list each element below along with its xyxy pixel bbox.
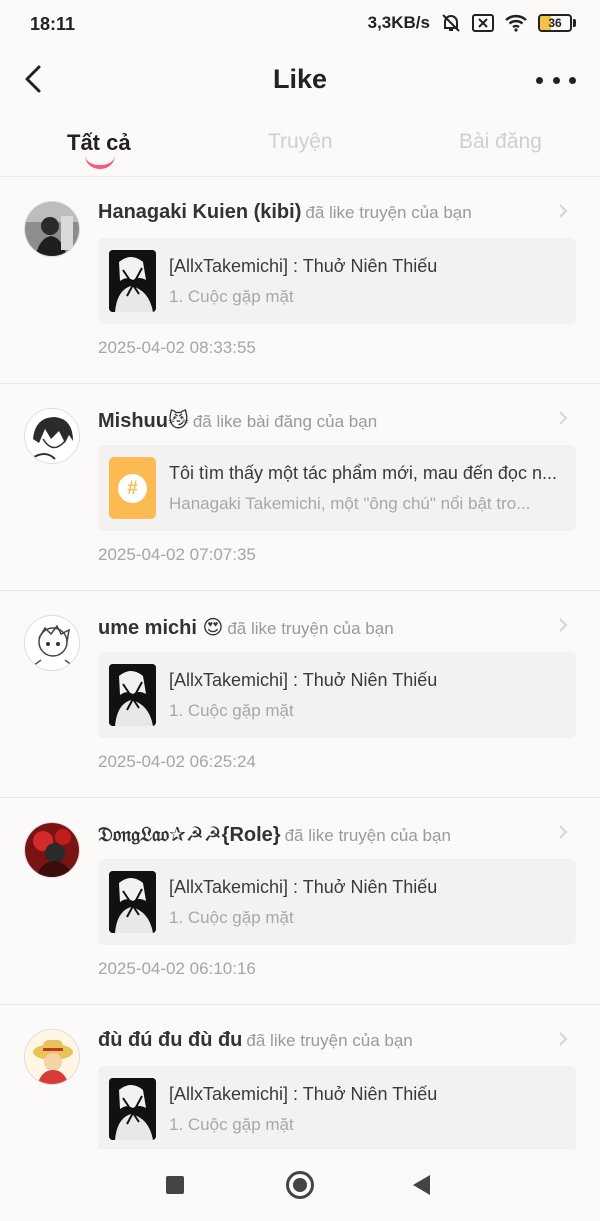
story-card[interactable]: [AllxTakemichi] : Thuở Niên Thiếu 1. Cuộ… bbox=[98, 652, 576, 738]
story-cover-image bbox=[109, 250, 156, 312]
battery-icon: 36 bbox=[538, 14, 576, 32]
app-header: Like bbox=[0, 50, 600, 110]
user-name[interactable]: Hanagaki Kuien (kibi) bbox=[98, 201, 301, 223]
list-item[interactable]: Mishuu😼 đã like bài đăng của bạn # Tôi tì… bbox=[0, 384, 600, 591]
like-notification-list[interactable]: Hanagaki Kuien (kibi) đã like truyện của … bbox=[0, 177, 600, 1149]
chevron-right-icon[interactable] bbox=[556, 616, 570, 634]
action-text: đã like truyện của bạn bbox=[246, 1031, 413, 1050]
timestamp: 2025-04-02 08:33:55 bbox=[98, 338, 256, 357]
chevron-right-icon[interactable] bbox=[556, 1030, 570, 1048]
card-subtitle: 1. Cuộc gặp mặt bbox=[169, 701, 294, 720]
page-title: Like bbox=[272, 64, 328, 94]
tab-stories[interactable]: Truyện bbox=[268, 130, 333, 154]
avatar[interactable] bbox=[24, 615, 80, 671]
item-header: Mishuu😼 đã like bài đăng của bạn bbox=[98, 408, 560, 433]
timestamp: 2025-04-02 06:10:16 bbox=[98, 959, 256, 978]
post-card[interactable]: # Tôi tìm thấy một tác phẩm mới, mau đến… bbox=[98, 445, 576, 531]
item-header: 𝔇𝔬𝔫𝔤𝔏𝔞𝔬✰☭☭{Role} đã like truyện của bạn bbox=[98, 822, 560, 847]
user-name[interactable]: ume michi 😍 bbox=[98, 617, 223, 639]
action-text: đã like truyện của bạn bbox=[284, 826, 451, 845]
story-card[interactable]: [AllxTakemichi] : Thuở Niên Thiếu 1. Cuộ… bbox=[98, 1066, 576, 1149]
no-sim-icon bbox=[472, 14, 494, 32]
story-cover-image bbox=[109, 1078, 156, 1140]
timestamp: 2025-04-02 06:25:24 bbox=[98, 752, 256, 771]
user-name[interactable]: 𝔇𝔬𝔫𝔤𝔏𝔞𝔬✰☭☭{Role} bbox=[98, 824, 281, 846]
status-icons: 3,3KB/s 36 bbox=[368, 13, 576, 33]
card-title: [AllxTakemichi] : Thuở Niên Thiếu bbox=[169, 256, 438, 276]
action-text: đã like bài đăng của bạn bbox=[192, 412, 378, 431]
avatar[interactable] bbox=[24, 201, 80, 257]
story-cover-image bbox=[109, 664, 156, 726]
recent-apps-icon[interactable] bbox=[166, 1176, 184, 1194]
card-subtitle: 1. Cuộc gặp mặt bbox=[169, 1115, 294, 1134]
tab-all[interactable]: Tất cả bbox=[67, 130, 131, 156]
item-header: Hanagaki Kuien (kibi) đã like truyện của … bbox=[98, 201, 560, 224]
list-item[interactable]: Hanagaki Kuien (kibi) đã like truyện của … bbox=[0, 177, 600, 384]
list-item[interactable]: 𝔇𝔬𝔫𝔤𝔏𝔞𝔬✰☭☭{Role} đã like truyện của bạn [… bbox=[0, 798, 600, 1005]
list-item[interactable]: ume michi 😍 đã like truyện của bạn [AllxT… bbox=[0, 591, 600, 798]
network-speed: 3,3KB/s bbox=[367, 13, 430, 32]
card-subtitle: 1. Cuộc gặp mặt bbox=[169, 287, 294, 306]
story-cover-image bbox=[109, 871, 156, 933]
user-name[interactable]: đù đú đu đù đu bbox=[98, 1029, 242, 1051]
avatar[interactable] bbox=[24, 1029, 80, 1085]
chevron-right-icon[interactable] bbox=[556, 823, 570, 841]
more-dots-icon bbox=[536, 76, 543, 84]
more-options-button[interactable] bbox=[536, 66, 576, 94]
chevron-right-icon[interactable] bbox=[556, 202, 570, 220]
hashtag-post-icon: # bbox=[109, 457, 156, 519]
story-card[interactable]: [AllxTakemichi] : Thuở Niên Thiếu 1. Cuộ… bbox=[98, 859, 576, 945]
card-title: [AllxTakemichi] : Thuở Niên Thiếu bbox=[169, 670, 438, 690]
tab-posts[interactable]: Bài đăng bbox=[459, 130, 542, 154]
battery-level: 36 bbox=[548, 16, 562, 30]
list-item[interactable]: đù đú đu đù đu đã like truyện của bạn [Al… bbox=[0, 1005, 600, 1149]
card-subtitle: Hanagaki Takemichi, một "ông chú" nổi bậ… bbox=[169, 494, 531, 513]
item-header: ume michi 😍 đã like truyện của bạn bbox=[98, 615, 560, 640]
system-nav-bar bbox=[0, 1149, 600, 1221]
filter-tabs: Tất cả Truyện Bài đăng bbox=[0, 118, 600, 176]
mute-bell-icon bbox=[442, 14, 460, 32]
card-title: Tôi tìm thấy một tác phẩm mới, mau đến đ… bbox=[169, 463, 557, 483]
card-title: [AllxTakemichi] : Thuở Niên Thiếu bbox=[169, 877, 438, 897]
wifi-icon bbox=[505, 15, 527, 32]
tab-active-indicator bbox=[85, 155, 115, 169]
story-card[interactable]: [AllxTakemichi] : Thuở Niên Thiếu 1. Cuộ… bbox=[98, 238, 576, 324]
user-name[interactable]: Mishuu😼 bbox=[98, 410, 189, 432]
avatar[interactable] bbox=[24, 408, 80, 464]
back-triangle-icon[interactable] bbox=[413, 1175, 430, 1195]
chevron-right-icon[interactable] bbox=[556, 409, 570, 427]
avatar[interactable] bbox=[24, 822, 80, 878]
home-icon[interactable] bbox=[286, 1171, 314, 1199]
item-header: đù đú đu đù đu đã like truyện của bạn bbox=[98, 1029, 560, 1052]
status-time: 18:11 bbox=[30, 14, 76, 34]
action-text: đã like truyện của bạn bbox=[305, 203, 472, 222]
card-subtitle: 1. Cuộc gặp mặt bbox=[169, 908, 294, 927]
card-title: [AllxTakemichi] : Thuở Niên Thiếu bbox=[169, 1084, 438, 1104]
status-bar: 18:11 3,3KB/s 36 bbox=[0, 0, 600, 50]
timestamp: 2025-04-02 07:07:35 bbox=[98, 545, 256, 564]
action-text: đã like truyện của bạn bbox=[227, 619, 394, 638]
